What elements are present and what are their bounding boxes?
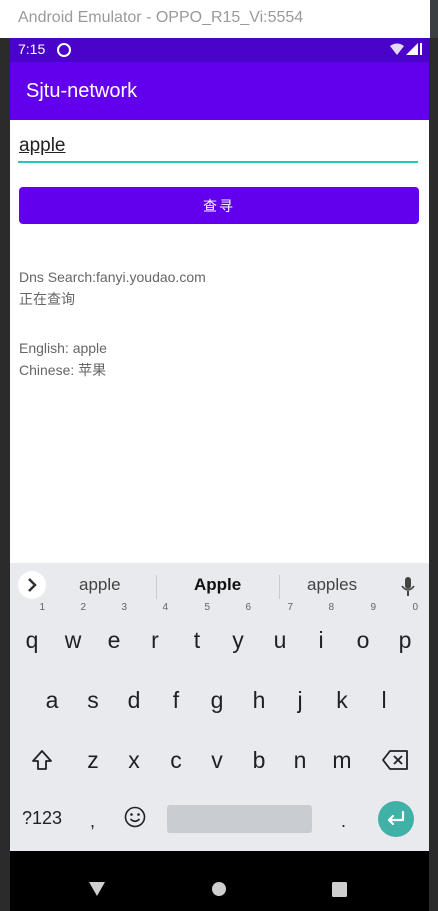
- key-y[interactable]: 6y: [219, 602, 257, 664]
- key-w[interactable]: 2w: [54, 602, 92, 664]
- key-i[interactable]: 8i: [302, 602, 340, 664]
- soft-keyboard: apple Apple apples 1q 2w 3e 4r 5t 6y 7u …: [10, 563, 429, 851]
- query-button-label: 查寻: [203, 199, 235, 215]
- ide-background-right: [429, 38, 438, 911]
- key-q[interactable]: 1q: [13, 602, 51, 664]
- key-k[interactable]: k: [323, 676, 361, 724]
- key-p[interactable]: 0p: [386, 602, 424, 664]
- key-u[interactable]: 7u: [261, 602, 299, 664]
- query-status-text: 正在查询: [19, 291, 75, 307]
- key-l[interactable]: l: [365, 676, 403, 724]
- recents-icon[interactable]: [332, 882, 347, 897]
- key-r[interactable]: 4r: [136, 602, 174, 664]
- app-title: Sjtu-network: [26, 80, 138, 102]
- home-icon[interactable]: [211, 881, 227, 897]
- ide-background-left: [0, 38, 10, 911]
- mic-icon[interactable]: [401, 577, 415, 597]
- dns-result-text: Dns Search:fanyi.youdao.com: [19, 269, 206, 285]
- key-j[interactable]: j: [281, 676, 319, 724]
- emulator-title-bar: Android Emulator - OPPO_R15_Vi:5554: [0, 0, 430, 39]
- key-d[interactable]: d: [115, 676, 153, 724]
- suggestion-divider: [156, 575, 157, 599]
- suggestion-divider: [279, 575, 280, 599]
- search-input[interactable]: apple: [18, 133, 418, 163]
- wifi-icon: [390, 43, 404, 55]
- key-c[interactable]: c: [157, 736, 195, 784]
- backspace-key[interactable]: [376, 736, 414, 784]
- comma-key[interactable]: ,: [90, 811, 95, 832]
- key-e[interactable]: 3e: [95, 602, 133, 664]
- phone-screen: 7:15 Sjtu-network apple 查寻 Dns Search:fa…: [10, 38, 429, 911]
- key-f[interactable]: f: [157, 676, 195, 724]
- key-g[interactable]: g: [198, 676, 236, 724]
- emoji-icon[interactable]: [124, 806, 146, 828]
- key-a[interactable]: a: [33, 676, 71, 724]
- status-time: 7:15: [18, 41, 46, 57]
- enter-key[interactable]: [378, 801, 414, 837]
- navigation-bar: [10, 851, 429, 911]
- key-n[interactable]: n: [281, 736, 319, 784]
- shift-key[interactable]: [23, 736, 61, 784]
- back-icon[interactable]: [88, 881, 106, 897]
- suggestion-strip: apple Apple apples: [10, 563, 429, 607]
- suggestion-3[interactable]: apples: [307, 575, 357, 595]
- emulator-title: Android Emulator - OPPO_R15_Vi:5554: [18, 9, 304, 26]
- chinese-result-text: Chinese: 苹果: [19, 362, 107, 378]
- key-m[interactable]: m: [323, 736, 361, 784]
- symbols-key[interactable]: ?123: [22, 808, 62, 829]
- app-bar: Sjtu-network: [10, 62, 429, 120]
- suggestion-1[interactable]: apple: [79, 575, 121, 595]
- backspace-icon: [382, 750, 408, 770]
- space-key[interactable]: [167, 805, 312, 833]
- key-t[interactable]: 5t: [178, 602, 216, 664]
- query-button[interactable]: 查寻: [19, 187, 419, 224]
- key-x[interactable]: x: [115, 736, 153, 784]
- period-key[interactable]: .: [341, 811, 346, 832]
- sync-icon: [57, 43, 71, 57]
- suggestion-2[interactable]: Apple: [194, 575, 241, 595]
- key-s[interactable]: s: [74, 676, 112, 724]
- key-v[interactable]: v: [198, 736, 236, 784]
- key-o[interactable]: 9o: [344, 602, 382, 664]
- english-result-text: English: apple: [19, 340, 107, 356]
- signal-icon: [390, 43, 422, 55]
- key-b[interactable]: b: [240, 736, 278, 784]
- enter-icon: [387, 810, 405, 826]
- status-bar: 7:15: [10, 38, 429, 62]
- key-z[interactable]: z: [74, 736, 112, 784]
- search-input-value[interactable]: apple: [19, 135, 66, 157]
- key-h[interactable]: h: [240, 676, 278, 724]
- shift-icon: [32, 750, 52, 770]
- chevron-right-icon[interactable]: [18, 571, 46, 599]
